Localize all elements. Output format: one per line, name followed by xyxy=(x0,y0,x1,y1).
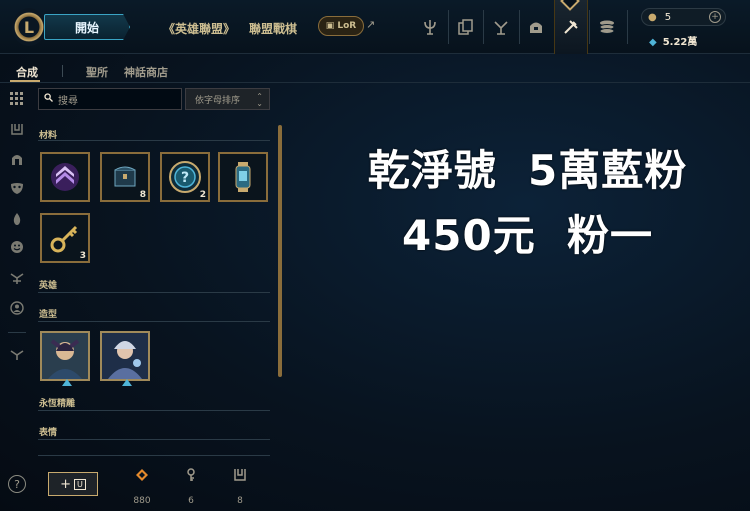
nav-tft[interactable]: 聯盟戰棋 xyxy=(249,20,297,37)
section-emotes: 表情 xyxy=(39,428,58,438)
sale-banner-line-1: 乾淨號 5萬藍粉 xyxy=(367,146,688,195)
crafting-icon[interactable] xyxy=(556,12,586,42)
blue-essence-icon: ◆ xyxy=(649,37,657,48)
chest-filter-icon[interactable] xyxy=(8,120,26,138)
skin-mask-icon[interactable] xyxy=(8,179,26,197)
search-icon xyxy=(44,93,53,105)
blue-essence-balance: ◆ 5.22萬 xyxy=(649,37,698,48)
add-rp-icon[interactable]: + xyxy=(709,11,721,23)
store-coins-icon[interactable] xyxy=(592,12,622,42)
key-fragment-icon xyxy=(176,468,206,488)
tft-pass-icon[interactable] xyxy=(8,345,26,363)
tab-crafting[interactable]: 合成 xyxy=(16,64,38,80)
skin-shard-tile[interactable] xyxy=(40,331,90,386)
section-eternals: 永恆精雕 xyxy=(39,399,76,409)
rp-balance[interactable]: ● 5 + xyxy=(641,8,726,26)
tab-sanctum[interactable]: 聖所 xyxy=(86,64,108,80)
key-fragment-tile[interactable]: 3 xyxy=(40,213,90,263)
chevron-token-icon[interactable] xyxy=(40,152,90,202)
key-fragment-balance: 6 xyxy=(176,468,206,507)
add-chest-button[interactable]: + U xyxy=(48,472,98,496)
skin-rarity-marker xyxy=(62,379,72,386)
ranked-icon[interactable] xyxy=(486,12,516,42)
help-icon[interactable]: ? xyxy=(8,475,26,493)
external-link-icon: ↗ xyxy=(366,18,376,31)
inventory-scrollbar[interactable] xyxy=(278,125,282,377)
sort-dropdown[interactable]: 依字母排序 ⌃ ⌄ xyxy=(185,88,270,110)
play-button[interactable]: 開始 xyxy=(44,14,130,40)
search-input[interactable]: 搜尋 xyxy=(38,88,182,110)
nav-league-of-legends[interactable]: 《英雄聯盟》 xyxy=(163,20,235,37)
emote-face-icon[interactable] xyxy=(8,238,26,256)
trophy-icon[interactable] xyxy=(415,12,445,42)
ward-flame-icon[interactable] xyxy=(8,210,26,228)
mystery-orb-icon[interactable]: ? 2 xyxy=(160,152,210,202)
icon-profile-icon[interactable] xyxy=(8,299,26,317)
skin-shard-tile[interactable] xyxy=(100,331,150,386)
skin-rarity-marker xyxy=(122,379,132,386)
chest-balance: 8 xyxy=(225,468,255,507)
lantern-capsule-icon[interactable] xyxy=(218,152,268,202)
league-logo-icon[interactable]: L xyxy=(12,8,46,46)
sort-caret-icon: ⌃ ⌄ xyxy=(256,92,263,108)
loot-chest-icon[interactable] xyxy=(521,12,551,42)
collection-cards-icon[interactable] xyxy=(450,12,480,42)
champion-helmet-icon[interactable] xyxy=(8,150,26,168)
orange-essence-icon xyxy=(127,468,157,488)
loot-chest-tile[interactable]: 8 xyxy=(100,152,150,202)
svg-text:?: ? xyxy=(181,170,189,186)
chest-icon xyxy=(225,468,255,488)
lor-button[interactable]: ▣ LoR xyxy=(318,16,364,36)
eternals-icon[interactable] xyxy=(8,269,26,287)
grid-all-icon[interactable] xyxy=(8,90,26,108)
section-champions: 英雄 xyxy=(39,281,58,291)
orange-essence-balance: 880 xyxy=(127,468,157,507)
sale-banner-line-2: 450元 粉一 xyxy=(402,211,653,260)
chest-icon: U xyxy=(74,478,86,490)
section-skins: 造型 xyxy=(39,310,58,320)
rp-coin-icon: ● xyxy=(648,11,657,23)
tab-mythic-shop[interactable]: 神話商店 xyxy=(124,64,168,80)
